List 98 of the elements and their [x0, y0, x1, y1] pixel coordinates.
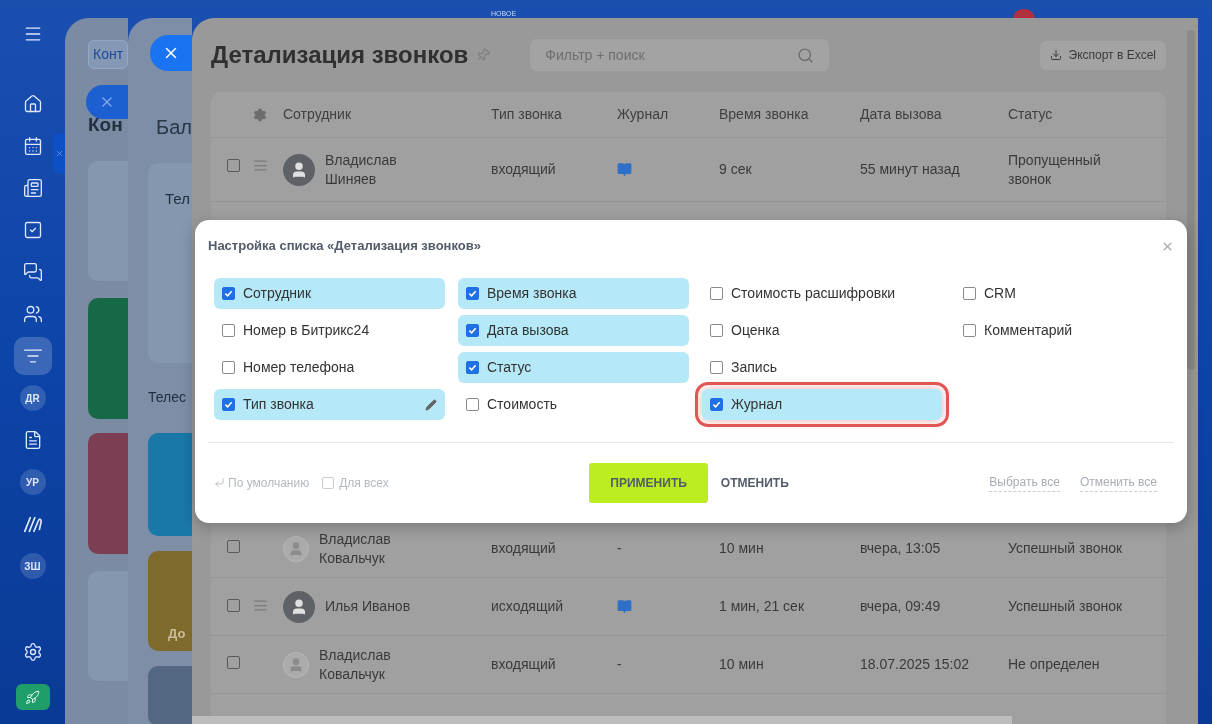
column-header[interactable]: Время звонка: [719, 104, 860, 125]
table-cell-text: исходящий: [491, 597, 565, 616]
table-cell: -: [617, 540, 622, 556]
column-option[interactable]: Время звонка: [458, 278, 689, 309]
table-cell-text: вчера, 09:49: [860, 597, 942, 616]
column-option[interactable]: Номер в Битрикс24: [214, 315, 445, 346]
employee-name[interactable]: Владислав Ковальчук: [319, 645, 429, 684]
table-cell-text: входящий: [491, 655, 557, 674]
table-cell-text: 10 мин: [719, 539, 765, 558]
pencil-icon[interactable]: [425, 398, 437, 411]
sidebar-item[interactable]: УР: [13, 463, 52, 501]
checkbox[interactable]: [466, 324, 479, 337]
chat-icon[interactable]: [22, 262, 43, 282]
column-option[interactable]: Запись: [702, 352, 942, 383]
calendar-icon[interactable]: [22, 136, 43, 156]
checkbox[interactable]: [227, 656, 240, 669]
checkbox[interactable]: [963, 287, 976, 300]
column-header[interactable]: Статус: [1008, 104, 1166, 125]
column-option[interactable]: Статус: [458, 352, 689, 383]
rocket-icon: [25, 689, 40, 705]
checkbox[interactable]: [222, 324, 235, 337]
checkbox[interactable]: [466, 398, 479, 411]
table-cell-text: 10 мин: [719, 655, 765, 674]
checkbox[interactable]: [466, 287, 479, 300]
checkbox[interactable]: [963, 324, 976, 337]
apply-button[interactable]: ПРИМЕНИТЬ: [589, 462, 708, 503]
table-cell-text: Успешный звонок: [1008, 539, 1124, 558]
table-cell-text: Успешный звонок: [1008, 597, 1124, 616]
column-option[interactable]: Комментарий: [955, 315, 1186, 346]
panel-heading: Бал: [156, 115, 192, 140]
filter-chip[interactable]: Конт: [88, 40, 128, 69]
newspaper-icon[interactable]: [22, 178, 43, 198]
scrollbar[interactable]: [1187, 30, 1195, 370]
column-option[interactable]: Тип звонка: [214, 389, 445, 420]
close-icon: [54, 148, 64, 158]
table-cell-text: 1 мин, 21 сек: [719, 597, 805, 616]
download-icon: [1049, 49, 1062, 61]
sidebar-item[interactable]: ЗШ: [13, 547, 52, 585]
column-header[interactable]: Тип звонка: [491, 104, 617, 125]
employee-name[interactable]: Владислав Ковальчук: [319, 529, 429, 568]
initials-badge[interactable]: ДR: [19, 385, 46, 411]
rocket-button[interactable]: [15, 684, 50, 710]
initials-badge[interactable]: ЗШ: [19, 553, 46, 579]
checkbox[interactable]: [227, 599, 240, 612]
card-title: Тел: [165, 190, 190, 207]
checkbox[interactable]: [710, 287, 723, 300]
return-icon: [214, 477, 225, 488]
employee-name[interactable]: Илья Иванов: [325, 597, 435, 616]
column-option[interactable]: CRM: [955, 278, 1186, 309]
column-header[interactable]: Дата вызова: [860, 104, 1008, 125]
column-header[interactable]: Сотрудник: [283, 104, 491, 125]
column-option[interactable]: Дата вызова: [458, 315, 689, 346]
table-cell-text: 18.07.2025 15:02: [860, 655, 970, 674]
card: [148, 666, 192, 724]
table-cell-text: входящий: [491, 160, 557, 179]
drag-handle[interactable]: [253, 598, 268, 613]
checkbox[interactable]: [227, 540, 240, 553]
dialog-title: Настройка списка «Детализация звонков»: [208, 237, 481, 256]
search-icon: [797, 46, 815, 64]
column-header[interactable]: Журнал: [617, 104, 719, 125]
checkbox[interactable]: [466, 361, 479, 374]
home-icon[interactable]: [22, 94, 43, 114]
checkbox[interactable]: [227, 159, 240, 172]
table-cell-text: вчера, 13:05: [860, 539, 942, 558]
initials-badge[interactable]: УР: [19, 469, 46, 495]
checkbox[interactable]: [222, 287, 235, 300]
checkbox[interactable]: [222, 361, 235, 374]
export-button[interactable]: Экспорт в Excel: [1039, 40, 1166, 70]
column-option[interactable]: Стоимость расшифровки: [702, 278, 942, 309]
table-cell-text: 9 сек: [719, 160, 753, 179]
close-button[interactable]: [150, 35, 192, 71]
scrollbar[interactable]: [192, 716, 1012, 724]
column-option[interactable]: Оценка: [702, 315, 942, 346]
checkbox[interactable]: [710, 398, 723, 411]
cancel-button[interactable]: ОТМЕНИТЬ: [720, 473, 789, 492]
checkbox[interactable]: [710, 361, 723, 374]
checkbox-icon[interactable]: [22, 220, 43, 240]
people-icon[interactable]: [22, 304, 43, 324]
checkbox[interactable]: [710, 324, 723, 337]
card-label: До: [168, 626, 186, 641]
drag-handle[interactable]: [253, 158, 268, 173]
table-cell: -: [617, 656, 622, 672]
column-option[interactable]: Стоимость: [458, 389, 689, 420]
table-cell-text: 55 минут назад: [860, 160, 961, 179]
checkbox[interactable]: [222, 398, 235, 411]
table-cell-text: входящий: [491, 539, 557, 558]
table-cell-text: Не определен: [1008, 655, 1101, 674]
settings-icon[interactable]: [22, 642, 43, 662]
section-title: Телес: [148, 388, 187, 407]
panel-heading: Кон: [88, 113, 123, 137]
sidebar-item[interactable]: ДR: [13, 379, 52, 417]
table-cell-text: Пропущенный звонок: [1008, 150, 1102, 189]
employee-name[interactable]: Владислав Шиняев: [325, 150, 435, 189]
sidebar-item[interactable]: [13, 337, 52, 375]
column-option[interactable]: Номер телефона: [214, 352, 445, 383]
page-title: Детализация звонков: [211, 40, 469, 70]
column-option[interactable]: Сотрудник: [214, 278, 445, 309]
for-all-label: Для всех: [339, 474, 389, 492]
